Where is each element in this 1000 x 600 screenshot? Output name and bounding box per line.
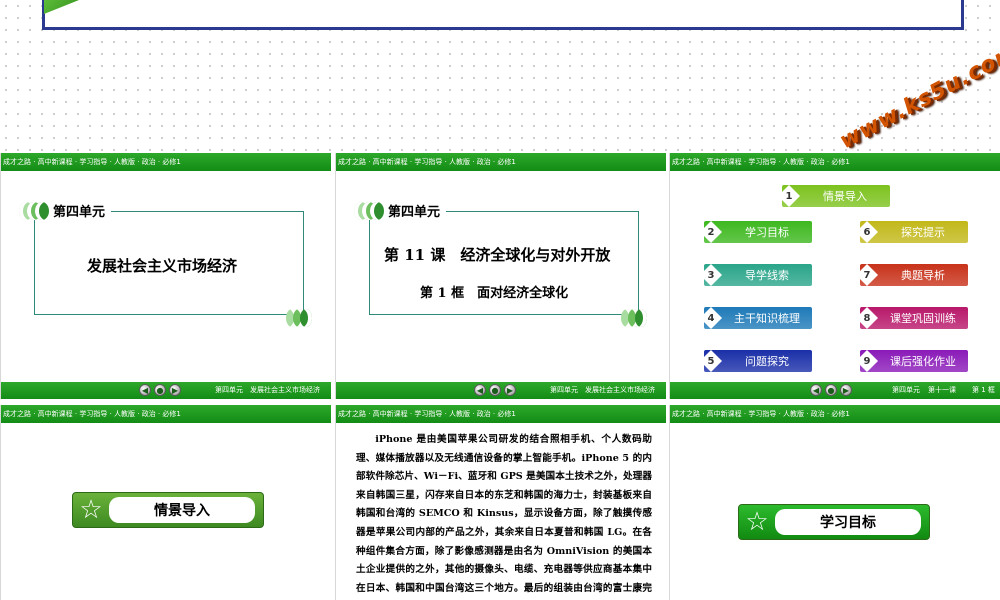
slide-footer: ◀ ● ▶ 第四单元 第十一课 第 1 框 [670, 382, 1000, 399]
lesson-title: 第 11 课 经济全球化与对外开放 [384, 246, 611, 264]
situation-intro-button[interactable]: ☆ 情景导入 [72, 492, 264, 528]
menu-number: 5 [700, 350, 722, 372]
chevron-decoration [621, 309, 647, 327]
unit-heading: 第四单元 [354, 201, 447, 220]
crescent-icon [35, 201, 49, 220]
prev-button[interactable]: ◀ [474, 384, 486, 396]
menu-number: 8 [856, 307, 878, 329]
watermark-logo: www.ks5u.com [835, 38, 1000, 155]
menu-number: 6 [856, 221, 878, 243]
slide-3-menu[interactable]: 成才之路 · 高中新课程 · 学习指导 · 人教版 · 政治 · 必修1 1 情… [669, 153, 1000, 399]
prev-button[interactable]: ◀ [139, 384, 151, 396]
slide-header: 成才之路 · 高中新课程 · 学习指导 · 人教版 · 政治 · 必修1 [1, 405, 331, 423]
button-label: 情景导入 [109, 497, 255, 523]
star-icon: ☆ [745, 507, 769, 537]
home-button[interactable]: ● [154, 384, 166, 396]
chevron-icon [300, 309, 312, 327]
star-icon: ☆ [79, 495, 103, 525]
learning-goals-button[interactable]: ☆ 学习目标 [738, 504, 930, 540]
unit-label: 第四单元 [53, 205, 106, 220]
menu-item-3[interactable]: 3 导学线索 [700, 264, 812, 286]
footer-unit: 第四单元 [892, 386, 920, 394]
slide-5-text: 成才之路 · 高中新课程 · 学习指导 · 人教版 · 政治 · 必修1 iPh… [335, 405, 666, 600]
next-button[interactable]: ▶ [169, 384, 181, 396]
menu-number: 4 [700, 307, 722, 329]
slide-6[interactable]: 成才之路 · 高中新课程 · 学习指导 · 人教版 · 政治 · 必修1 ☆ 学… [669, 405, 1000, 600]
menu-item-6[interactable]: 6 探究提示 [856, 221, 968, 243]
footer-text: 第四单元 发展社会主义市场经济 [215, 386, 320, 394]
page: www.ks5u.com 成才之路 · 高中新课程 · 学习指导 · 人教版 ·… [0, 0, 1000, 600]
menu-item-8[interactable]: 8 课堂巩固训练 [856, 307, 968, 329]
crescent-icon [370, 201, 384, 220]
footer-lesson: 第十一课 [928, 386, 956, 394]
menu-label: 课堂巩固训练 [890, 312, 956, 325]
slide-title: 发展社会主义市场经济 [87, 257, 238, 275]
section-title: 第 1 框 面对经济全球化 [420, 286, 569, 301]
top-banner: www.ks5u.com [0, 0, 1000, 155]
menu-label: 典题导析 [901, 269, 945, 282]
unit-heading: 第四单元 [19, 201, 112, 220]
menu-item-2[interactable]: 2 学习目标 [700, 221, 812, 243]
menu-number: 2 [700, 221, 722, 243]
banner-frame [42, 0, 964, 30]
menu-label: 课后强化作业 [890, 355, 956, 368]
home-button[interactable]: ● [825, 384, 837, 396]
slide-1[interactable]: 成才之路 · 高中新课程 · 学习指导 · 人教版 · 政治 · 必修1 第四单… [0, 153, 331, 399]
prev-button[interactable]: ◀ [810, 384, 822, 396]
menu-number: 3 [700, 264, 722, 286]
menu-number: 1 [778, 185, 800, 207]
next-button[interactable]: ▶ [840, 384, 852, 396]
nav-buttons: ◀ ● ▶ [139, 384, 181, 396]
menu-item-1[interactable]: 1 情景导入 [778, 185, 890, 207]
slide-2[interactable]: 成才之路 · 高中新课程 · 学习指导 · 人教版 · 政治 · 必修1 第四单… [335, 153, 666, 399]
slide-header: 成才之路 · 高中新课程 · 学习指导 · 人教版 · 政治 · 必修1 [670, 153, 1000, 171]
nav-buttons: ◀ ● ▶ [474, 384, 516, 396]
menu-number: 9 [856, 350, 878, 372]
footer-section: 第 1 框 [972, 386, 995, 394]
slide-footer: ◀ ● ▶ 第四单元 发展社会主义市场经济 [336, 382, 666, 399]
slide-header: 成才之路 · 高中新课程 · 学习指导 · 人教版 · 政治 · 必修1 [336, 405, 666, 423]
chevron-icon [635, 309, 647, 327]
menu-label: 导学线索 [745, 269, 789, 282]
slide-footer: ◀ ● ▶ 第四单元 发展社会主义市场经济 [1, 382, 331, 399]
menu-label: 学习目标 [745, 226, 789, 239]
chevron-decoration [286, 309, 312, 327]
menu-label: 情景导入 [823, 190, 867, 203]
menu-label: 主干知识梳理 [734, 312, 800, 325]
next-button[interactable]: ▶ [504, 384, 516, 396]
menu-label: 探究提示 [901, 226, 945, 239]
footer-text: 第四单元 发展社会主义市场经济 [550, 386, 655, 394]
body-paragraph: iPhone 是由美国苹果公司研发的结合照相手机、个人数码助理、媒体播放器以及无… [356, 434, 652, 594]
slide-4[interactable]: 成才之路 · 高中新课程 · 学习指导 · 人教版 · 政治 · 必修1 ☆ 情… [0, 405, 331, 600]
home-button[interactable]: ● [489, 384, 501, 396]
menu-item-9[interactable]: 9 课后强化作业 [856, 350, 968, 372]
menu-label: 问题探究 [745, 355, 789, 368]
unit-label: 第四单元 [388, 205, 441, 220]
menu-item-5[interactable]: 5 问题探究 [700, 350, 812, 372]
menu-item-4[interactable]: 4 主干知识梳理 [700, 307, 812, 329]
nav-buttons: ◀ ● ▶ [810, 384, 852, 396]
slide-header: 成才之路 · 高中新课程 · 学习指导 · 人教版 · 政治 · 必修1 [336, 153, 666, 171]
menu-number: 7 [856, 264, 878, 286]
button-label: 学习目标 [775, 509, 921, 535]
menu-item-7[interactable]: 7 典题导析 [856, 264, 968, 286]
slide-header: 成才之路 · 高中新课程 · 学习指导 · 人教版 · 政治 · 必修1 [670, 405, 1000, 423]
slide-header: 成才之路 · 高中新课程 · 学习指导 · 人教版 · 政治 · 必修1 [1, 153, 331, 171]
